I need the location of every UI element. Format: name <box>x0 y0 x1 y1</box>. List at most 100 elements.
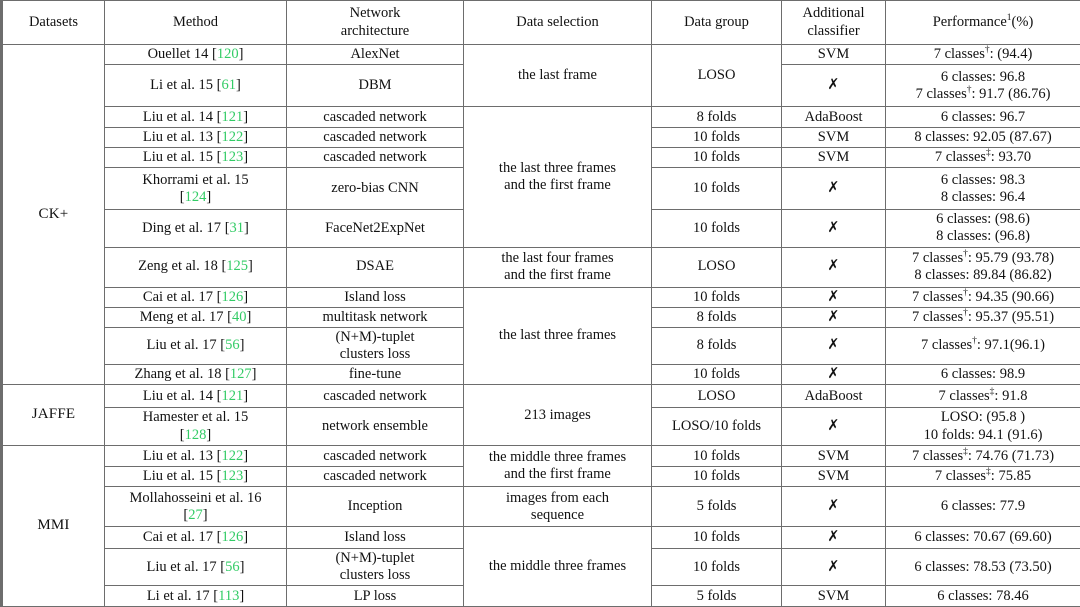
method-cell: Mollahosseini et al. 16 [27] <box>105 487 287 527</box>
citation-ref[interactable]: 61 <box>221 77 236 93</box>
citation-ref[interactable]: 122 <box>221 129 243 145</box>
method-name: Meng et al. 17 <box>140 309 224 325</box>
group-cell: LOSO <box>652 385 782 408</box>
citation-bracket-close: ] <box>243 448 248 464</box>
citation-ref[interactable]: 122 <box>221 448 243 464</box>
method-cell: Zhang et al. 18 [127] <box>105 364 287 384</box>
citation-ref[interactable]: 124 <box>185 189 207 205</box>
classifier-cell: SVM <box>782 446 886 467</box>
citation-ref[interactable]: 123 <box>221 149 243 165</box>
method-name: Liu et al. 17 <box>147 337 217 353</box>
citation-ref[interactable]: 127 <box>230 366 252 382</box>
method-name: Zhang et al. 18 <box>134 366 221 382</box>
performance-value: 7 classes <box>935 149 986 165</box>
classifier-cell: AdaBoost <box>782 107 886 128</box>
method-cell: Liu et al. 13 [122] <box>105 446 287 467</box>
method-cell: Liu et al. 15 [123] <box>105 148 287 168</box>
method-name: Liu et al. 17 <box>147 559 217 575</box>
citation-ref[interactable]: 120 <box>217 46 239 62</box>
architecture-cell: cascaded network <box>287 128 464 148</box>
citation-ref[interactable]: 121 <box>221 109 243 125</box>
performance-cell: 7 classes‡: 74.76 (71.73) <box>886 446 1080 467</box>
dataset-cell-mmi: MMI <box>2 446 105 607</box>
selection-line1: the last four frames <box>467 250 648 267</box>
method-name: Liu et al. 15 <box>143 149 213 165</box>
citation-bracket-close: ] <box>244 220 249 236</box>
method-cell: Ding et al. 17 [31] <box>105 210 287 247</box>
classifier-cell: SVM <box>782 586 886 607</box>
selection-cell: 213 images <box>464 385 652 446</box>
selection-line2: and the first frame <box>467 267 648 284</box>
performance-cell: 7 classes†: (94.4) <box>886 45 1080 65</box>
citation-ref[interactable]: 126 <box>221 529 243 545</box>
method-name: Li et al. 15 <box>150 77 213 93</box>
selection-cell: the last three frames <box>464 287 652 385</box>
architecture-line2: clusters loss <box>290 346 460 363</box>
group-cell: 10 folds <box>652 168 782 210</box>
cross-icon: ✗ <box>828 366 840 381</box>
method-name: Liu et al. 13 <box>143 129 213 145</box>
performance-value: 10 folds: 94.1 (91.6) <box>889 427 1077 444</box>
selection-cell: the middle three frames <box>464 527 652 607</box>
performance-cell: 8 classes: 92.05 (87.67) <box>886 128 1080 148</box>
cross-icon: ✗ <box>828 559 840 574</box>
performance-value: 6 classes: 98.3 <box>889 172 1077 189</box>
selection-line2: sequence <box>467 507 648 524</box>
citation-ref[interactable]: 126 <box>221 289 243 305</box>
citation-ref[interactable]: 128 <box>185 427 207 443</box>
group-cell: 8 folds <box>652 307 782 327</box>
citation-ref[interactable]: 123 <box>221 468 243 484</box>
citation-ref[interactable]: 121 <box>221 388 243 404</box>
classifier-cell: ✗ <box>782 487 886 527</box>
header-data-group: Data group <box>652 1 782 45</box>
citation-ref[interactable]: 40 <box>232 309 247 325</box>
method-name: Cai et al. 17 <box>143 289 213 305</box>
architecture-cell: LP loss <box>287 586 464 607</box>
citation-ref[interactable]: 56 <box>225 559 240 575</box>
classifier-cell: ✗ <box>782 210 886 247</box>
architecture-cell: cascaded network <box>287 107 464 128</box>
table-row: Zeng et al. 18 [125] DSAE the last four … <box>2 247 1080 287</box>
performance-value: 7 classes <box>912 448 963 464</box>
architecture-cell: (N+M)-tuplet clusters loss <box>287 327 464 364</box>
cross-icon: ✗ <box>828 337 840 352</box>
architecture-cell: network ensemble <box>287 408 464 446</box>
citation-ref[interactable]: 27 <box>188 507 203 523</box>
performance-cell: 6 classes: 78.53 (73.50) <box>886 549 1080 586</box>
table-row: Mollahosseini et al. 16 [27] Inception i… <box>2 487 1080 527</box>
citation-ref[interactable]: 125 <box>226 258 248 274</box>
citation-ref[interactable]: 113 <box>218 588 239 604</box>
performance-cell: 6 classes: 78.46 <box>886 586 1080 607</box>
classifier-cell: SVM <box>782 45 886 65</box>
table-row: MMI Liu et al. 13 [122] cascaded network… <box>2 446 1080 467</box>
header-method: Method <box>105 1 287 45</box>
header-network-architecture: Network architecture <box>287 1 464 45</box>
citation-bracket-close: ] <box>243 468 248 484</box>
header-data-selection: Data selection <box>464 1 652 45</box>
group-cell: LOSO/10 folds <box>652 408 782 446</box>
performance-cell: 7 classes†: 94.35 (90.66) <box>886 287 1080 307</box>
method-name: Zeng et al. 18 <box>138 258 218 274</box>
group-cell: 8 folds <box>652 327 782 364</box>
classifier-cell: ✗ <box>782 65 886 107</box>
table-row: Cai et al. 17 [126] Island loss the last… <box>2 287 1080 307</box>
performance-cell: 6 classes: 70.67 (69.60) <box>886 527 1080 549</box>
performance-value: 7 classes <box>912 289 963 305</box>
performance-value: 7 classes <box>934 46 985 62</box>
citation-ref[interactable]: 31 <box>230 220 245 236</box>
method-cell: Cai et al. 17 [126] <box>105 527 287 549</box>
method-cell: Li et al. 17 [113] <box>105 586 287 607</box>
selection-cell: the last four frames and the first frame <box>464 247 652 287</box>
citation-ref[interactable]: 56 <box>225 337 240 353</box>
performance-value: LOSO: (95.8 ) <box>889 409 1077 426</box>
selection-line2: and the first frame <box>467 466 648 483</box>
method-cell: Khorrami et al. 15 [124] <box>105 168 287 210</box>
classifier-cell: AdaBoost <box>782 385 886 408</box>
architecture-cell: cascaded network <box>287 446 464 467</box>
header-network-line2: architecture <box>290 23 460 40</box>
cross-icon: ✗ <box>828 498 840 513</box>
architecture-cell: cascaded network <box>287 467 464 487</box>
performance-value: 8 classes: 89.84 (86.82) <box>889 267 1077 284</box>
architecture-cell: cascaded network <box>287 148 464 168</box>
header-performance: Performance1(%) <box>886 1 1080 45</box>
